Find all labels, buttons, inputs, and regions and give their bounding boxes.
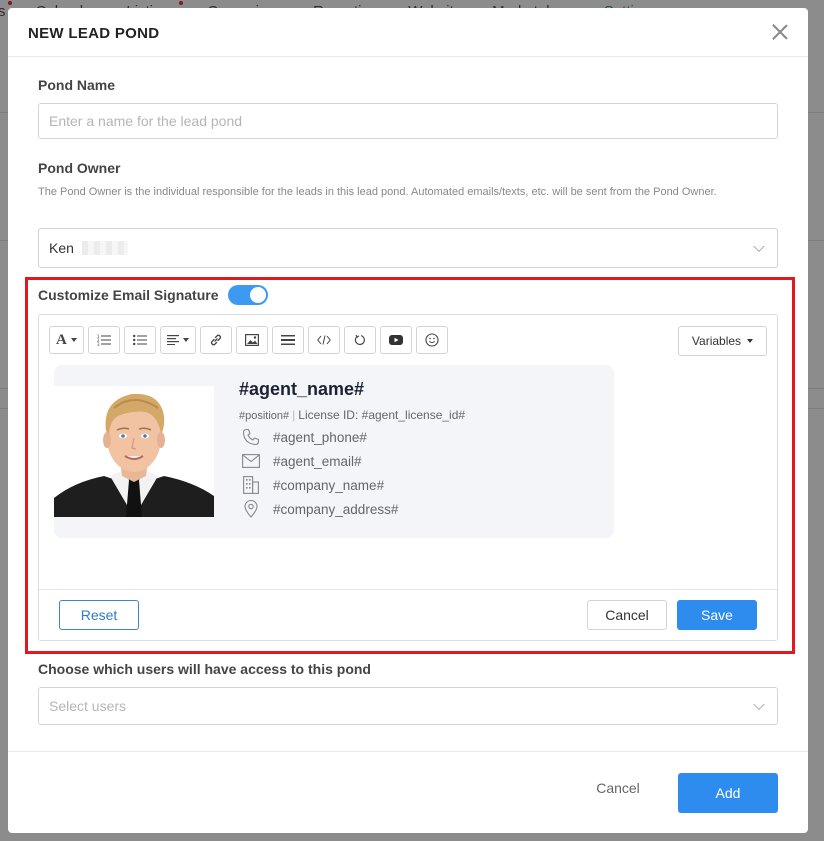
company-address-row: #company_address#: [241, 499, 398, 519]
agent-position: #position#: [239, 410, 290, 422]
select-users-placeholder: Select users: [49, 698, 127, 714]
customize-signature-label: Customize Email Signature: [38, 287, 219, 303]
unordered-list-icon: [132, 334, 147, 346]
envelope-icon: [241, 451, 261, 471]
svg-text:3: 3: [97, 342, 100, 346]
pond-owner-label: Pond Owner: [38, 160, 121, 176]
code-button[interactable]: [307, 326, 340, 354]
agent-license: License ID: #agent_license_id#: [298, 408, 466, 422]
separator: |: [292, 408, 296, 422]
pond-owner-value: Ken: [49, 240, 74, 256]
align-button[interactable]: [159, 326, 196, 354]
modal-footer: Cancel Add: [8, 751, 808, 833]
agent-email-row: #agent_email#: [241, 451, 362, 471]
emoji-icon: [425, 333, 439, 347]
editor-toolbar: A 123: [49, 326, 448, 354]
signature-cancel-button[interactable]: Cancel: [587, 600, 667, 630]
customize-signature-toggle[interactable]: [228, 285, 269, 305]
agent-email: #agent_email#: [273, 453, 362, 469]
users-access-label: Choose which users will have access to t…: [38, 661, 371, 677]
map-pin-icon: [241, 499, 261, 519]
unordered-list-button[interactable]: [123, 326, 156, 354]
toggle-knob: [250, 287, 267, 303]
pond-owner-help: The Pond Owner is the individual respons…: [38, 186, 717, 198]
link-button[interactable]: [199, 326, 232, 354]
font-style-button[interactable]: A: [49, 326, 84, 354]
agent-photo: [54, 386, 214, 517]
agent-name: #agent_name#: [239, 379, 365, 399]
ordered-list-icon: 123: [97, 334, 111, 346]
new-lead-pond-modal: NEW LEAD POND Pond Name Pond Owner The P…: [8, 8, 808, 833]
modal-title: NEW LEAD POND: [28, 25, 160, 42]
image-button[interactable]: [235, 326, 268, 354]
reset-button[interactable]: Reset: [59, 600, 139, 630]
horizontal-rule-button[interactable]: [271, 326, 304, 354]
editor-footer: Reset Cancel Save: [39, 589, 777, 640]
company-address: #company_address#: [273, 501, 399, 517]
agent-phone: #agent_phone#: [273, 429, 367, 445]
cancel-button[interactable]: Cancel: [578, 773, 658, 803]
link-icon: [210, 334, 221, 346]
select-users-dropdown[interactable]: Select users: [38, 687, 778, 725]
caret-down-icon: [182, 338, 189, 342]
customize-signature-row: Customize Email Signature: [38, 285, 269, 305]
signature-card[interactable]: #agent_name# #position# | License ID: #age…: [54, 365, 614, 538]
video-icon: [388, 335, 403, 345]
chevron-down-icon: [753, 698, 765, 711]
pond-name-input[interactable]: [38, 103, 778, 139]
signature-save-button[interactable]: Save: [677, 600, 757, 630]
code-icon: [317, 335, 331, 345]
chevron-down-icon: [753, 240, 765, 253]
phone-icon: [241, 427, 261, 447]
redacted-name: [81, 241, 128, 255]
pond-owner-select[interactable]: Ken: [38, 228, 778, 268]
video-button[interactable]: [379, 326, 412, 354]
undo-icon: [354, 334, 365, 345]
caret-down-icon: [747, 339, 754, 343]
horizontal-rule-icon: [280, 335, 295, 345]
pond-name-label: Pond Name: [38, 77, 116, 93]
align-icon: [166, 335, 179, 345]
close-icon[interactable]: [770, 22, 790, 42]
undo-button[interactable]: [343, 326, 376, 354]
company-name: #company_name#: [273, 477, 385, 493]
image-icon: [244, 334, 259, 346]
agent-portrait-image: [54, 386, 214, 517]
ordered-list-button[interactable]: 123: [87, 326, 120, 354]
variables-dropdown[interactable]: Variables: [678, 326, 767, 356]
company-name-row: #company_name#: [241, 475, 384, 495]
signature-editor: A 123 Variables #agent_name# #position# …: [38, 314, 778, 641]
font-icon: A: [56, 331, 67, 348]
building-icon: [241, 475, 261, 495]
agent-position-license: #position# | License ID: #agent_license_id…: [239, 408, 465, 422]
variables-label: Variables: [691, 334, 742, 348]
add-button[interactable]: Add: [678, 773, 778, 813]
agent-phone-row: #agent_phone#: [241, 427, 367, 447]
caret-down-icon: [70, 338, 77, 342]
emoji-button[interactable]: [415, 326, 448, 354]
modal-header: NEW LEAD POND: [8, 8, 808, 57]
